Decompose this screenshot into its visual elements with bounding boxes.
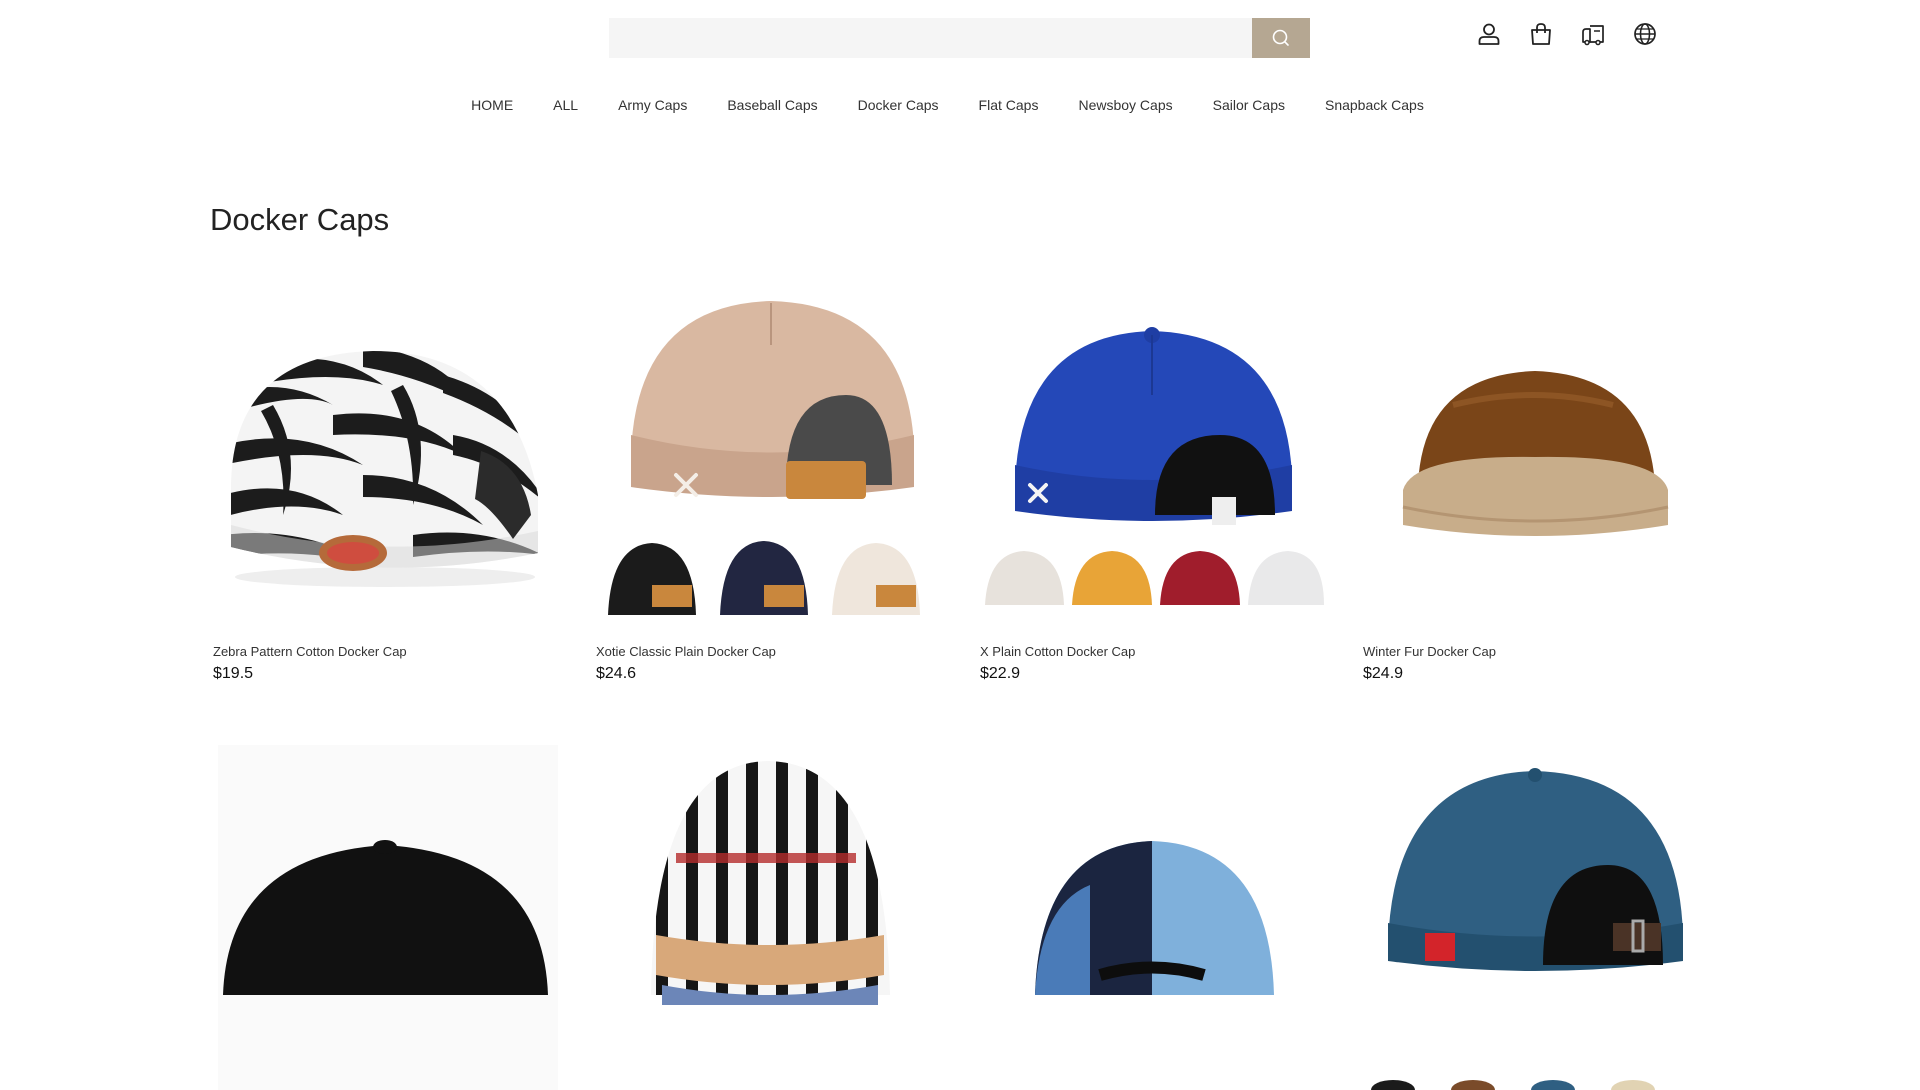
product-price: $19.5 [213,665,254,682]
product-card[interactable]: Zebra Pattern Cotton Docker Cap $19.5 [213,285,558,683]
nav-item-baseball-caps[interactable]: Baseball Caps [727,97,817,113]
product-card[interactable] [213,745,558,1090]
product-image[interactable] [596,745,941,1090]
product-name[interactable]: Winter Fur Docker Cap [1363,644,1708,659]
nav-item-all[interactable]: ALL [553,97,578,113]
page-title: Docker Caps [210,202,390,237]
nav-item-flat-caps[interactable]: Flat Caps [979,97,1039,113]
user-icon [1478,23,1500,45]
product-image[interactable] [596,285,941,630]
product-image[interactable] [213,285,558,630]
product-price: $24.6 [596,665,637,682]
nav-item-sailor-caps[interactable]: Sailor Caps [1213,97,1285,113]
product-price: $22.9 [980,665,1021,682]
language-button[interactable] [1631,20,1659,48]
order-tracking-icon [1582,25,1604,46]
product-image[interactable] [980,745,1325,1090]
product-card[interactable]: X Plain Cotton Docker Cap $22.9 [980,285,1325,683]
product-image[interactable] [1363,745,1708,1090]
globe-icon [1634,23,1656,45]
main-nav: HOME ALL Army Caps Baseball Caps Docker … [0,97,1895,113]
search-button[interactable] [1252,18,1310,58]
shopping-bag-icon [1531,23,1551,45]
product-card[interactable]: Xotie Classic Plain Docker Cap $24.6 [596,285,941,683]
product-card[interactable] [980,745,1325,1090]
nav-item-newsboy-caps[interactable]: Newsboy Caps [1078,97,1172,113]
search-input[interactable] [609,18,1252,58]
nav-item-home[interactable]: HOME [471,97,513,113]
product-price: $24.9 [1363,665,1404,682]
account-button[interactable] [1475,20,1503,48]
order-tracking-button[interactable] [1579,20,1607,48]
header-actions [1475,20,1659,48]
product-image[interactable] [1363,285,1708,630]
cart-button[interactable] [1527,20,1555,48]
nav-item-docker-caps[interactable]: Docker Caps [858,97,939,113]
product-name[interactable]: Xotie Classic Plain Docker Cap [596,644,941,659]
nav-item-army-caps[interactable]: Army Caps [618,97,687,113]
product-image[interactable] [980,285,1325,630]
search-icon [1272,29,1289,46]
product-image[interactable] [213,745,558,1090]
product-card[interactable]: Winter Fur Docker Cap $24.9 [1363,285,1708,683]
nav-item-snapback-caps[interactable]: Snapback Caps [1325,97,1424,113]
search-bar [609,18,1310,58]
product-name[interactable]: X Plain Cotton Docker Cap [980,644,1325,659]
product-name[interactable]: Zebra Pattern Cotton Docker Cap [213,644,558,659]
product-card[interactable] [596,745,941,1090]
product-card[interactable] [1363,745,1708,1090]
